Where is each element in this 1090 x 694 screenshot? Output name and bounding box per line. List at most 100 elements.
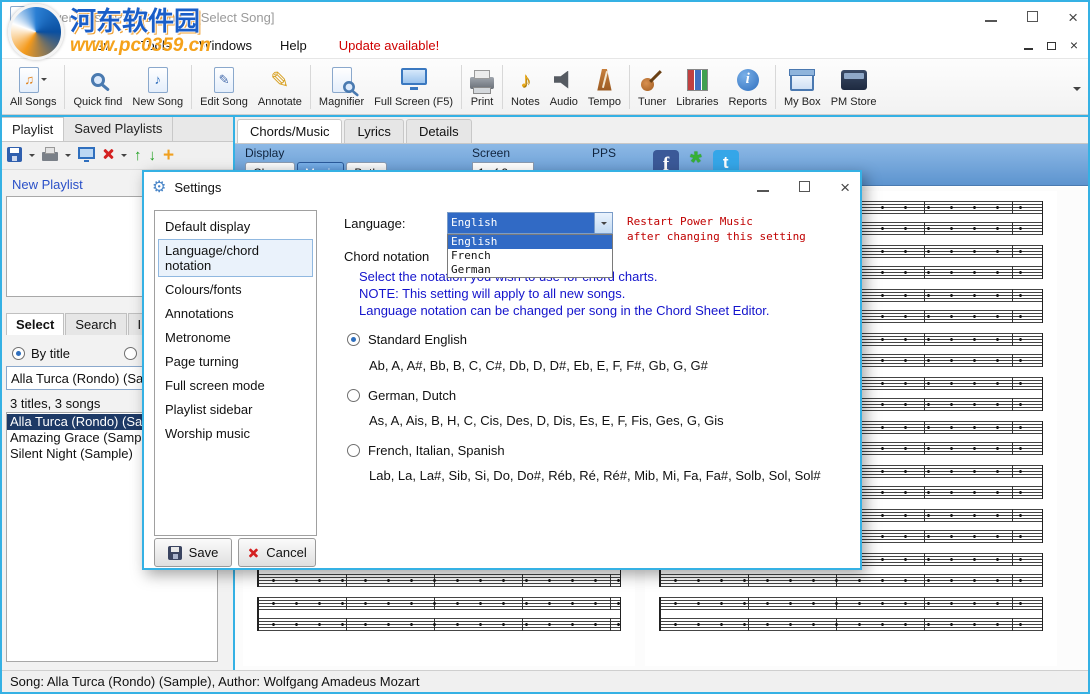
tab-saved-playlists[interactable]: Saved Playlists <box>64 117 173 141</box>
by-title-label: By title <box>31 346 70 361</box>
notation-option-standard-english[interactable]: Standard English <box>347 332 467 347</box>
settings-minimize-button[interactable] <box>757 180 769 195</box>
toolbar-edit-song[interactable]: ✎ Edit Song <box>195 60 253 114</box>
toolbar-libraries[interactable]: Libraries <box>671 60 723 114</box>
nav-colours-fonts[interactable]: Colours/fonts <box>158 278 313 301</box>
toolbar-label: Print <box>471 96 494 108</box>
language-combo-dropdown-button[interactable] <box>594 213 612 233</box>
delete-dropdown-icon[interactable] <box>121 154 127 157</box>
toolbar-print[interactable]: Print <box>465 60 499 114</box>
option-label: Standard English <box>368 332 467 347</box>
minimize-icon <box>985 20 997 22</box>
nav-metronome[interactable]: Metronome <box>158 326 313 349</box>
cancel-button[interactable]: Cancel <box>238 538 316 567</box>
nav-playlist-sidebar[interactable]: Playlist sidebar <box>158 398 313 421</box>
menu-view[interactable]: View <box>85 38 113 53</box>
tab-chords-music[interactable]: Chords/Music <box>237 119 342 143</box>
toolbar-separator <box>310 65 311 109</box>
toolbar-tempo[interactable]: Tempo <box>583 60 626 114</box>
save-button[interactable]: Save <box>154 538 232 567</box>
settings-close-button[interactable]: × <box>840 179 850 196</box>
cancel-x-icon <box>248 547 259 558</box>
language-combo[interactable]: English <box>447 212 613 234</box>
chevron-down-icon <box>601 222 607 225</box>
update-available-link[interactable]: Update available! <box>339 38 439 53</box>
radio-french-italian-spanish[interactable] <box>347 444 360 457</box>
toolbar-audio[interactable]: Audio <box>545 60 583 114</box>
toolbar-new-song[interactable]: ♪ New Song <box>127 60 188 114</box>
nav-worship-music[interactable]: Worship music <box>158 422 313 445</box>
nav-default-display[interactable]: Default display <box>158 215 313 238</box>
menu-help[interactable]: Help <box>280 38 307 53</box>
save-dropdown-icon[interactable] <box>29 154 35 157</box>
menu-file[interactable]: File <box>36 38 57 53</box>
toolbar-reports[interactable]: i Reports <box>723 60 772 114</box>
tab-lyrics[interactable]: Lyrics <box>344 119 403 143</box>
display-playlist-button[interactable] <box>78 147 95 165</box>
nav-full-screen-mode[interactable]: Full screen mode <box>158 374 313 397</box>
nav-language-chord-notation[interactable]: Language/chord notation <box>158 239 313 277</box>
toolbar-label: Tempo <box>588 96 621 108</box>
song-count-label: 3 titles, 3 songs <box>10 396 100 411</box>
move-up-icon[interactable]: ↑ <box>134 148 142 163</box>
save-icon <box>168 546 182 560</box>
radio-german-dutch[interactable] <box>347 389 360 402</box>
option-label: French, Italian, Spanish <box>368 443 505 458</box>
close-button[interactable]: × <box>1068 9 1078 26</box>
tab-search[interactable]: Search <box>65 313 126 335</box>
language-option-english[interactable]: English <box>448 235 612 249</box>
maximize-icon <box>1027 11 1038 22</box>
instruction-line: NOTE: This setting will apply to all new… <box>359 285 770 302</box>
menu-tools[interactable]: Tools <box>141 38 171 53</box>
cancel-button-label: Cancel <box>266 545 306 560</box>
print-playlist-button[interactable] <box>42 148 58 164</box>
minimize-button[interactable] <box>985 10 997 25</box>
print-dropdown-icon[interactable] <box>65 154 71 157</box>
monitor-icon <box>78 147 95 159</box>
new-playlist-link[interactable]: New Playlist <box>12 177 83 192</box>
tab-details[interactable]: Details <box>406 119 472 143</box>
tab-playlist[interactable]: Playlist <box>2 117 64 141</box>
radio-standard-english[interactable] <box>347 333 360 346</box>
nav-page-turning[interactable]: Page turning <box>158 350 313 373</box>
second-sort-radio[interactable] <box>124 347 137 360</box>
toolbar-label: Libraries <box>676 96 718 108</box>
add-icon[interactable]: + <box>163 148 174 164</box>
child-minimize-button[interactable] <box>1024 38 1033 53</box>
toolbar-magnifier[interactable]: Magnifier <box>314 60 369 114</box>
notation-option-german-dutch[interactable]: German, Dutch <box>347 388 456 403</box>
by-title-radio[interactable] <box>12 347 25 360</box>
instruction-line: Language notation can be changed per son… <box>359 302 770 319</box>
nav-annotations[interactable]: Annotations <box>158 302 313 325</box>
app-icon: ♪ <box>10 6 28 28</box>
toolbar-annotate[interactable]: ✎ Annotate <box>253 60 307 114</box>
toolbar-all-songs[interactable]: ♫ All Songs <box>5 60 61 114</box>
gear-icon: ⚙ <box>152 177 166 197</box>
metronome-icon <box>596 69 613 91</box>
song-view-tabs: Chords/Music Lyrics Details <box>235 117 1088 144</box>
toolbar-my-box[interactable]: My Box <box>779 60 826 114</box>
toolbar-quick-find[interactable]: Quick find <box>68 60 127 114</box>
language-option-french[interactable]: French <box>448 249 612 263</box>
toolbar-overflow-button[interactable] <box>1069 75 1085 98</box>
child-close-button[interactable]: × <box>1070 37 1078 53</box>
settings-maximize-button[interactable] <box>799 180 810 195</box>
maximize-button[interactable] <box>1027 10 1038 25</box>
move-down-icon[interactable]: ↓ <box>149 148 157 163</box>
menu-windows[interactable]: Windows <box>199 38 252 53</box>
toolbar-tuner[interactable]: Tuner <box>633 60 671 114</box>
tab-select[interactable]: Select <box>6 313 64 335</box>
toolbar-full-screen[interactable]: Full Screen (F5) <box>369 60 458 114</box>
toolbar-notes[interactable]: ♪ Notes <box>506 60 545 114</box>
settings-title: Settings <box>174 180 221 195</box>
toolbar-separator <box>191 65 192 109</box>
child-restore-button[interactable] <box>1047 38 1056 53</box>
save-playlist-button[interactable] <box>7 147 22 165</box>
notes-standard-english: Ab, A, A#, Bb, B, C, C#, Db, D, D#, Eb, … <box>369 358 708 373</box>
delete-button[interactable] <box>102 148 114 163</box>
toolbar-label: New Song <box>132 96 183 108</box>
box-icon <box>790 74 814 91</box>
toolbar-pm-store[interactable]: PM Store <box>826 60 882 114</box>
notation-option-french-italian-spanish[interactable]: French, Italian, Spanish <box>347 443 505 458</box>
language-option-german[interactable]: German <box>448 263 612 277</box>
